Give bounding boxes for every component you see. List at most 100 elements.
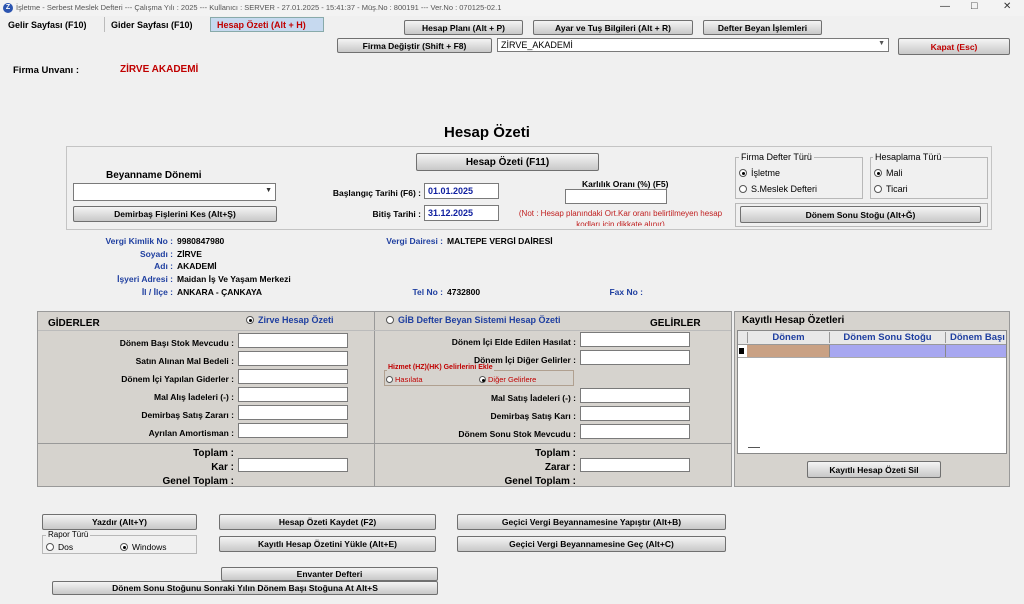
firma-combo[interactable]: ZİRVE_AKADEMİ ▼ [497, 38, 889, 52]
kayitli-sil-button[interactable]: Kayıtlı Hesap Özeti Sil [807, 461, 941, 478]
bitis-input[interactable]: 31.12.2025 [424, 205, 499, 221]
chevron-down-icon[interactable]: ▼ [878, 40, 885, 47]
cell-donem-basi[interactable] [945, 345, 1006, 357]
chevron-down-icon[interactable]: ▼ [265, 187, 272, 194]
tab-gelir[interactable]: Gelir Sayfası (F10) [2, 17, 93, 32]
cell-donem-sonu[interactable] [829, 345, 945, 357]
karlilik-note: (Not : Hesap planındaki Ort.Kar oranı be… [518, 209, 723, 226]
gider-row-label: Satın Alınan Mal Bedeli : [135, 356, 234, 366]
row-indicator [739, 348, 744, 354]
smeslek-label: S.Meslek Defteri [751, 184, 818, 194]
tab-gider[interactable]: Gider Sayfası (F10) [104, 17, 199, 32]
gider-row-label: Dönem İçi Yapılan Giderler : [121, 374, 234, 384]
app-icon: Z [3, 3, 13, 13]
demirbas-kar-label: Demirbaş Satış Karı : [490, 411, 576, 421]
soyadi-label: Soyadı : [139, 249, 173, 259]
donem-sonu-at-button[interactable]: Dönem Sonu Stoğunu Sonraki Yılın Dönem B… [52, 581, 438, 595]
dos-radio[interactable]: Dos [46, 542, 73, 552]
vkn-label: Vergi Kimlik No : [105, 236, 173, 246]
giderler-title: GİDERLER [48, 318, 100, 329]
mali-label: Mali [886, 168, 903, 178]
firma-unvani-label: Firma Unvanı : [13, 65, 79, 76]
demirbas-kar-input[interactable] [580, 406, 690, 421]
windows-radio[interactable]: Windows [120, 542, 166, 552]
grid-scrollbar[interactable] [748, 447, 760, 448]
gib-hesap-radio[interactable]: GİB Defter Beyan Sistemi Hesap Özeti [386, 315, 561, 325]
gider-row-input[interactable] [238, 387, 348, 402]
ayar-button[interactable]: Ayar ve Tuş Bilgileri (Alt + R) [533, 20, 693, 35]
window-title: İşletme - Serbest Meslek Defteri --- Çal… [16, 3, 502, 12]
yazdir-button[interactable]: Yazdır (Alt+Y) [42, 514, 197, 530]
grid-row[interactable] [738, 345, 1006, 358]
maximize-icon[interactable]: □ [971, 0, 978, 12]
zarar-input[interactable] [580, 458, 690, 472]
hasilat-input[interactable] [580, 332, 690, 347]
isyeri-value: Maidan İş Ve Yaşam Merkezi [177, 274, 291, 284]
firma-degistir-button[interactable]: Firma Değiştir (Shift + F8) [337, 38, 492, 53]
gelir-toplam-label: Toplam : [535, 448, 576, 459]
gider-row-input[interactable] [238, 423, 348, 438]
hesaplama-title: Hesaplama Türü [873, 152, 944, 162]
dos-label: Dos [58, 542, 74, 552]
adi-label: Adı : [154, 261, 173, 271]
close-icon[interactable]: ✕ [1003, 1, 1011, 12]
donem-sonu-stok-input[interactable] [580, 424, 690, 439]
hesap-ozeti-button[interactable]: Hesap Özeti (F11) [416, 153, 599, 171]
defter-beyan-button[interactable]: Defter Beyan İşlemleri [703, 20, 822, 35]
hasilat-label: Dönem İçi Elde Edilen Hasılat : [451, 337, 576, 347]
hizmet-title: Hizmet (HZ)(HK) Gelirlerini Ekle [387, 364, 494, 371]
col-donem-basi[interactable]: Dönem Başı [945, 332, 1006, 343]
tab-hesap-ozeti[interactable]: Hesap Özeti (Alt + H) [210, 17, 324, 32]
hesap-ozeti-kaydet-button[interactable]: Hesap Özeti Kaydet (F2) [219, 514, 436, 530]
zirve-hesap-label: Zirve Hesap Özeti [258, 315, 334, 325]
adi-value: AKADEMİ [177, 261, 217, 271]
radio-off-icon [46, 543, 54, 551]
cell-donem[interactable] [747, 345, 829, 357]
zarar-label: Zarar : [544, 462, 576, 473]
mal-satis-input[interactable] [580, 388, 690, 403]
col-donem-sonu[interactable]: Dönem Sonu Stoğu [829, 332, 945, 343]
isletme-radio[interactable]: İşletme [739, 168, 780, 178]
gider-row-input[interactable] [238, 333, 348, 348]
radio-off-icon [386, 376, 393, 383]
gelir-genel-label: Genel Toplam : [504, 476, 577, 487]
hesap-ozeti-yukle-button[interactable]: Kayıtlı Hesap Özetini Yükle (Alt+E) [219, 536, 436, 552]
hasilata-radio[interactable]: Hasılata [386, 375, 423, 384]
diger-gelirlere-radio[interactable]: Diğer Gelirlere [479, 375, 536, 384]
col-donem[interactable]: Dönem [747, 332, 829, 343]
kar-input[interactable] [238, 458, 348, 472]
radio-on-icon [120, 543, 128, 551]
radio-off-icon [739, 185, 747, 193]
gib-hesap-label: GİB Defter Beyan Sistemi Hesap Özeti [398, 315, 561, 325]
kapat-button[interactable]: Kapat (Esc) [898, 38, 1010, 55]
diger-gelir-input[interactable] [580, 350, 690, 365]
radio-on-icon [874, 169, 882, 177]
demirbas-button[interactable]: Demirbaş Fişlerini Kes (Alt+Ş) [73, 206, 277, 222]
fax-label: Fax No : [609, 287, 643, 297]
baslangic-label: Başlangıç Tarihi (F6) : [332, 188, 421, 198]
il-label: İl / İlçe : [141, 287, 173, 297]
vd-label: Vergi Dairesi : [386, 236, 443, 246]
hesap-plani-button[interactable]: Hesap Planı (Alt + P) [404, 20, 523, 35]
soyadi-value: ZİRVE [177, 249, 202, 259]
isyeri-label: İşyeri Adresi : [117, 274, 173, 284]
mali-radio[interactable]: Mali [874, 168, 903, 178]
gider-row-input[interactable] [238, 405, 348, 420]
envanter-defteri-button[interactable]: Envanter Defteri [221, 567, 438, 581]
baslangic-input[interactable]: 01.01.2025 [424, 183, 499, 199]
gider-row-input[interactable] [238, 351, 348, 366]
gider-row-label: Ayrılan Amortisman : [148, 428, 234, 438]
donem-sonu-stogu-button[interactable]: Dönem Sonu Stoğu (Alt+Ğ) [740, 206, 981, 223]
gecici-yapistir-button[interactable]: Geçici Vergi Beyannamesine Yapıştır (Alt… [457, 514, 726, 530]
hasilata-label: Hasılata [395, 375, 423, 384]
beyanname-label: Beyanname Dönemi [106, 170, 202, 181]
kar-label: Kar : [211, 462, 234, 473]
gecici-gec-button[interactable]: Geçici Vergi Beyannamesine Geç (Alt+C) [457, 536, 726, 552]
smeslek-radio[interactable]: S.Meslek Defteri [739, 184, 817, 194]
beyanname-donemi-select[interactable]: ▼ [73, 183, 276, 201]
ticari-radio[interactable]: Ticari [874, 184, 908, 194]
gider-row-input[interactable] [238, 369, 348, 384]
karlilik-input[interactable] [565, 189, 667, 204]
zirve-hesap-radio[interactable]: Zirve Hesap Özeti [246, 315, 334, 325]
minimize-icon[interactable]: — [940, 1, 950, 12]
